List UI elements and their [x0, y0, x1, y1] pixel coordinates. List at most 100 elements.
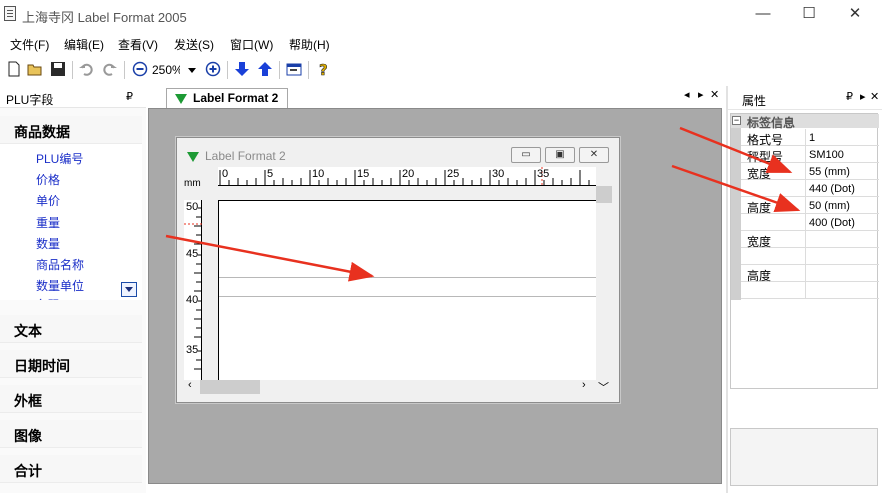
section-label-info[interactable]: − 标签信息 [731, 114, 879, 130]
category-text[interactable]: 文本 [0, 315, 142, 343]
menu-view[interactable]: 查看(V) [118, 36, 158, 53]
property-row[interactable] [741, 282, 879, 299]
property-description-box [730, 428, 878, 486]
mdi-window-title: Label Format 2 [205, 149, 286, 163]
list-item[interactable]: 数量 [36, 235, 60, 252]
zoom-out-icon[interactable] [132, 61, 148, 77]
menu-help[interactable]: 帮助(H) [289, 36, 330, 53]
collapse-icon[interactable]: − [732, 116, 741, 125]
toolbar-separator [279, 61, 280, 79]
scroll-thumb[interactable] [200, 380, 260, 394]
label-format-icon [187, 152, 199, 162]
list-item[interactable]: 价格 [36, 171, 60, 188]
tab-label-format-2[interactable]: Label Format 2 [166, 88, 288, 108]
close-icon[interactable]: ✕ [870, 90, 879, 103]
ruler-label: 0 [222, 168, 229, 180]
pin-icon[interactable]: ₽ [846, 90, 853, 103]
property-row[interactable]: 高度 50 (mm) [741, 197, 879, 215]
save-icon[interactable] [50, 61, 66, 77]
property-row[interactable]: 格式号 1 [741, 129, 879, 147]
mdi-minimize-button[interactable]: ▭ [511, 147, 541, 163]
scroll-right-icon[interactable]: ▸ [860, 90, 866, 103]
property-value: 400 (Dot) [809, 217, 855, 229]
scroll-down-button[interactable] [121, 282, 137, 297]
property-row[interactable] [741, 248, 879, 265]
tab-scroll-left-icon[interactable]: ◂ [684, 88, 690, 101]
label-format-icon [175, 94, 187, 104]
property-value: 440 (Dot) [809, 183, 855, 195]
zoom-in-icon[interactable] [205, 61, 221, 77]
ruler-label: 35 [537, 168, 550, 180]
scroll-thumb[interactable] [596, 186, 612, 203]
category-label: 图像 [14, 428, 42, 444]
svg-text:?: ? [319, 61, 328, 77]
vertical-ruler: 50 45 40 35 [184, 200, 202, 380]
mdi-restore-button[interactable]: ▣ [545, 147, 575, 163]
panel-title: PLU字段 [6, 93, 54, 107]
tab-scroll-right-icon[interactable]: ▸ [698, 88, 704, 101]
title-bar: 上海寺冈 Label Format 2005 — ☐ ✕ [0, 0, 882, 30]
menu-edit[interactable]: 编辑(E) [64, 36, 104, 53]
list-item[interactable]: 单价 [36, 192, 60, 209]
toolbar-separator [124, 61, 125, 79]
ruler-label: 20 [402, 168, 415, 180]
category-image[interactable]: 图像 [0, 420, 142, 448]
category-frame[interactable]: 外框 [0, 385, 142, 413]
mdi-close-button[interactable]: ✕ [579, 147, 609, 163]
column-divider [805, 265, 806, 282]
menu-window[interactable]: 窗口(W) [230, 36, 273, 53]
list-item[interactable]: 数量单位 [36, 277, 84, 294]
maximize-button[interactable]: ☐ [786, 0, 832, 30]
property-row[interactable]: 宽度 55 (mm) [741, 163, 879, 181]
category-item-list: PLU编号 价格 单价 重量 数量 商品名称 数量单位 条码 [0, 144, 142, 300]
panel-header: PLU字段 ₽ [0, 86, 146, 108]
property-row[interactable]: 高度 [741, 265, 879, 283]
property-value: 1 [809, 132, 816, 144]
close-button[interactable]: ✕ [832, 0, 878, 30]
list-item[interactable]: 重量 [36, 214, 60, 231]
arrow-up-icon[interactable] [257, 61, 273, 77]
column-divider [805, 197, 806, 214]
document-tab-strip: Label Format 2 ◂ ▸ ✕ [146, 86, 726, 108]
scroll-right-icon[interactable]: › [582, 379, 586, 391]
ruler-label: 40 [186, 294, 199, 306]
minimize-button[interactable]: — [740, 0, 786, 30]
property-row[interactable]: 400 (Dot) [741, 214, 879, 231]
category-total[interactable]: 合计 [0, 455, 142, 483]
label-properties-icon[interactable] [286, 61, 302, 77]
open-folder-icon[interactable] [27, 61, 43, 77]
vertical-scrollbar[interactable]: ︿ [596, 186, 612, 380]
property-row[interactable]: 440 (Dot) [741, 180, 879, 197]
menu-file[interactable]: 文件(F) [10, 36, 49, 53]
list-item[interactable]: PLU编号 [36, 150, 83, 167]
column-divider [805, 214, 806, 231]
scroll-left-icon[interactable]: ‹ [188, 379, 192, 391]
zoom-select[interactable]: 250% [152, 61, 198, 79]
category-product-data[interactable]: 商品数据 [0, 116, 142, 144]
label-design-canvas[interactable] [218, 200, 597, 380]
category-datetime[interactable]: 日期时间 [0, 350, 142, 378]
list-item[interactable]: 条码 [36, 296, 60, 300]
pin-icon[interactable]: ₽ [126, 90, 133, 103]
list-item[interactable]: 商品名称 [36, 256, 84, 273]
redo-icon[interactable] [102, 61, 118, 77]
app-document-icon [4, 6, 16, 21]
category-label: 外框 [14, 393, 42, 409]
column-divider [805, 146, 806, 163]
new-file-icon[interactable] [6, 61, 22, 77]
property-row[interactable]: 宽度 [741, 231, 879, 249]
guide-line [219, 277, 597, 278]
arrow-down-icon[interactable] [234, 61, 250, 77]
undo-icon[interactable] [78, 61, 94, 77]
scroll-down-icon[interactable]: ﹀ [598, 379, 609, 395]
menu-send[interactable]: 发送(S) [174, 36, 214, 53]
tab-close-icon[interactable]: ✕ [710, 88, 719, 101]
help-icon[interactable]: ? [316, 61, 332, 77]
ruler-label: 50 [186, 201, 199, 213]
panel-title: 属性 [742, 94, 767, 108]
category-label: 商品数据 [14, 124, 70, 140]
horizontal-scrollbar[interactable]: ‹ › [184, 379, 596, 394]
property-value: SM100 [809, 149, 844, 161]
property-row[interactable]: 秤型号 SM100 [741, 146, 879, 164]
ruler-label: 10 [312, 168, 325, 180]
